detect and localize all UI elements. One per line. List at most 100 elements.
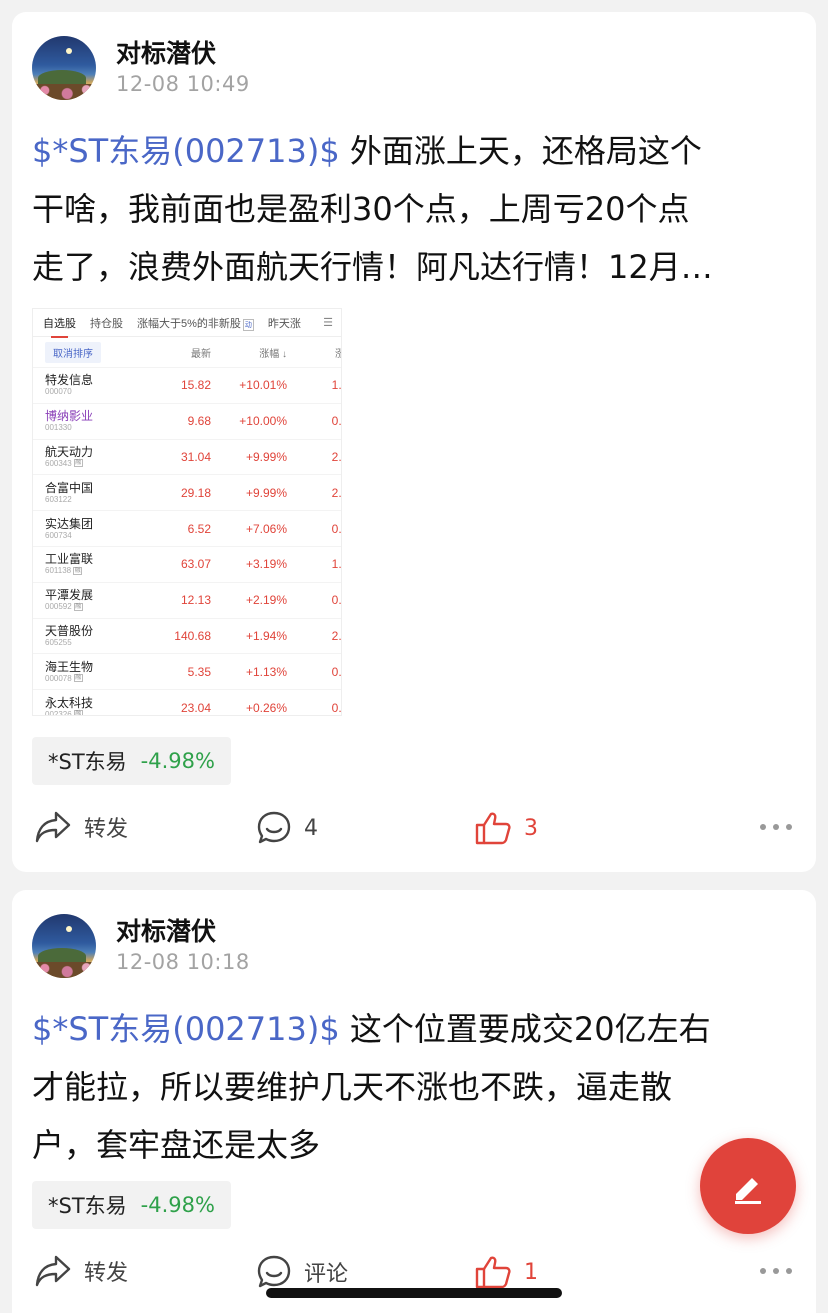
author-name[interactable]: 对标潜伏 [116, 34, 216, 70]
stock-link[interactable]: $*ST东易(002713)$ [32, 132, 340, 170]
post-text-line: 户，套牢盘还是太多 [32, 1126, 321, 1164]
forward-button[interactable]: 转发 [34, 1254, 128, 1288]
stock-name-cell: 永太科技 002326 融 [45, 695, 143, 715]
like-count: 3 [524, 815, 538, 841]
stock-tag[interactable]: *ST东易 -4.98% [32, 737, 231, 785]
table-row: 海王生物000078融 5.35 +1.13% 0.06 [33, 653, 341, 689]
margin-badge: 融 [73, 459, 83, 468]
tab-holdings: 持仓股 [90, 317, 123, 330]
like-button[interactable]: 1 [474, 1254, 538, 1290]
stock-name: 博纳影业 [45, 409, 94, 424]
stock-name: 天普股份 [45, 623, 94, 638]
stock-code-line: 600343 融 [45, 459, 143, 468]
comment-button[interactable]: 4 [256, 810, 318, 846]
avatar[interactable] [32, 914, 96, 978]
stock-link[interactable]: $*ST东易(002713)$ [32, 1010, 340, 1048]
stock-code: 601138 [45, 566, 72, 576]
compose-button[interactable] [700, 1138, 796, 1234]
post-text-line: 干啥，我前面也是盈利30个点，上周亏20个点 [32, 190, 690, 228]
share-arrow-icon [35, 1255, 71, 1287]
home-indicator[interactable] [266, 1288, 562, 1298]
more-dots-icon[interactable] [760, 1268, 792, 1274]
stock-tag-change: -4.98% [140, 749, 215, 773]
stock-name: 平潭发展 [45, 588, 94, 603]
diff-cell: 0.06 [331, 664, 342, 679]
change-cell: +10.00% [239, 414, 287, 429]
author-name[interactable]: 对标潜伏 [116, 912, 216, 948]
menu-icon: ☰ [323, 317, 333, 329]
change-cell: +10.01% [239, 378, 287, 393]
change-cell: +0.26% [245, 700, 287, 715]
price-cell: 63.07 [180, 557, 211, 572]
diff-cell: 0.26 [331, 593, 342, 608]
diff-cell: 2.68 [331, 628, 342, 643]
stock-code: 000078 [45, 673, 72, 683]
post-card[interactable]: 对标潜伏 12-08 10:18 $*ST东易(002713)$ 这个位置要成交… [12, 890, 816, 1313]
more-dots-icon[interactable] [760, 824, 792, 830]
change-cell: +9.99% [245, 485, 287, 500]
stock-code-line: 601138 融 [45, 566, 143, 575]
stock-name: 海王生物 [45, 659, 94, 674]
stock-name-cell: 海王生物 000078 融 [45, 659, 143, 683]
stock-name: 航天动力 [45, 444, 94, 459]
post-text[interactable]: $*ST东易(002713)$ 这个位置要成交20亿左右 才能拉，所以要维护几天… [32, 1000, 802, 1174]
comment-bubble-icon [257, 811, 291, 844]
forward-button[interactable]: 转发 [34, 810, 128, 844]
price-cell: 6.52 [187, 521, 211, 536]
stock-name-cell: 合富中国 603122 [45, 480, 143, 504]
table-row: 博纳影业001330 9.68 +10.00% 0.88 [33, 402, 342, 439]
post-time: 12-08 10:18 [116, 950, 250, 974]
tab-badge: 动 [242, 318, 254, 331]
table-row: 特发信息000070 15.82 +10.01% 1.44 [33, 367, 341, 403]
stock-tag[interactable]: *ST东易 -4.98% [32, 1181, 231, 1229]
stock-table: 特发信息000070 15.82 +10.01% 1.44 博纳影业001330 9.68… [33, 367, 342, 715]
stock-code: 000070 [45, 387, 72, 397]
stock-code: 603122 [45, 494, 72, 504]
like-button[interactable]: 3 [474, 810, 538, 846]
change-cell: +1.94% [245, 628, 287, 643]
thumbs-up-icon [475, 812, 511, 845]
pencil-icon [735, 1178, 761, 1204]
margin-badge: 融 [73, 710, 83, 715]
stock-name-cell: 特发信息 000070 [45, 374, 143, 397]
forward-label: 转发 [84, 1261, 129, 1286]
stock-name-cell: 工业富联 601138 融 [45, 553, 143, 576]
stock-code: 600343 [45, 458, 72, 468]
cancel-sort-button: 取消排序 [45, 341, 101, 363]
tab-gainers: 涨幅大于5%的非新股动 [137, 315, 254, 331]
price-cell: 23.04 [180, 700, 211, 715]
stock-code-line: 000078 融 [45, 674, 143, 683]
table-row: 工业富联601138融 63.07 +3.19% 1.95 [33, 545, 341, 582]
post-text[interactable]: $*ST东易(002713)$ 外面涨上天，还格局这个 干啥，我前面也是盈利30… [32, 122, 802, 296]
stock-code-line: 000070 [45, 387, 143, 396]
stock-name: 永太科技 [45, 695, 94, 710]
watchlist-tabs: 自选股 持仓股 涨幅大于5%的非新股动 昨天涨 ☰ [33, 309, 341, 338]
price-cell: 29.18 [180, 485, 211, 500]
comment-bubble-icon [257, 1255, 291, 1288]
margin-badge: 融 [73, 602, 83, 611]
diff-cell: 0.88 [331, 414, 342, 429]
table-row: 实达集团600734 6.52 +7.06% 0.43 [33, 510, 341, 546]
stock-name-cell: 天普股份 605255 [45, 623, 143, 647]
change-cell: +7.06% [245, 521, 287, 536]
embedded-screenshot[interactable]: 自选股 持仓股 涨幅大于5%的非新股动 昨天涨 ☰ 取消排序 最新 涨幅 ↓ 涨… [32, 308, 342, 716]
price-cell: 15.82 [180, 378, 211, 393]
comment-button[interactable]: 评论 [256, 1254, 348, 1290]
price-cell: 9.68 [187, 414, 211, 429]
stock-code-line: 002326 融 [45, 710, 143, 715]
post-text-line: 这个位置要成交20亿左右 [339, 1010, 711, 1048]
table-row: 永太科技002326融 23.04 +0.26% 0.06 [33, 689, 341, 715]
tab-gainers-label: 涨幅大于5%的非新股 [137, 317, 241, 330]
post-text-line: 走了，浪费外面航天行情！阿凡达行情！12月… [32, 248, 713, 286]
stock-code-line: 000592 融 [45, 602, 143, 611]
price-cell: 140.68 [174, 628, 211, 643]
avatar[interactable] [32, 36, 96, 100]
stock-name: 实达集团 [45, 516, 94, 531]
stock-code: 001330 [45, 423, 72, 433]
change-cell: +2.19% [245, 593, 287, 608]
stock-name: 合富中国 [45, 480, 94, 495]
thumbs-up-icon [475, 1256, 511, 1289]
stock-code-line: 605255 [45, 638, 143, 647]
stock-name-cell: 航天动力 600343 融 [45, 444, 143, 468]
post-card[interactable]: 对标潜伏 12-08 10:49 $*ST东易(002713)$ 外面涨上天，还… [12, 12, 816, 872]
